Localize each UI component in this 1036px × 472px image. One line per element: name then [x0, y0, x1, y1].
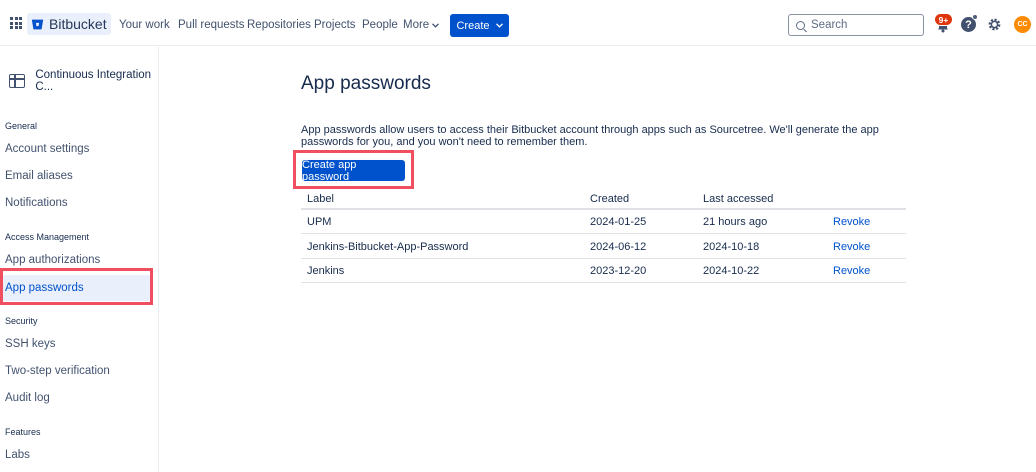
highlight-box-sidebar: [0, 268, 153, 305]
row-last-accessed: 2024-10-22: [703, 265, 760, 277]
section-heading-security: Security: [5, 316, 38, 326]
avatar[interactable]: CC: [1014, 16, 1031, 33]
sidebar-item-account-settings[interactable]: Account settings: [0, 136, 152, 162]
row-divider: [301, 258, 906, 259]
create-button[interactable]: Create: [450, 14, 509, 37]
column-header-last-accessed: Last accessed: [703, 193, 774, 205]
row-created: 2024-06-12: [590, 241, 647, 253]
row-divider: [301, 282, 906, 283]
search-input[interactable]: Search: [788, 14, 924, 36]
page-title: App passwords: [301, 73, 431, 94]
chevron-down-icon: [432, 22, 440, 28]
section-heading-access-management: Access Management: [5, 232, 90, 242]
section-heading-features: Features: [5, 427, 41, 437]
row-label: Jenkins: [307, 265, 345, 277]
sidebar-item-email-aliases[interactable]: Email aliases: [0, 163, 152, 189]
row-label: UPM: [307, 216, 332, 228]
workspace-name: Continuous Integration C...: [35, 69, 152, 93]
chevron-down-icon: [495, 23, 503, 28]
nav-more-label: More: [403, 19, 430, 31]
app-switcher-icon[interactable]: [10, 17, 22, 29]
nav-your-work[interactable]: Your work: [119, 19, 170, 31]
row-created: 2024-01-25: [590, 216, 647, 228]
workspace-switcher[interactable]: Continuous Integration C...: [9, 69, 158, 93]
nav-pull-requests[interactable]: Pull requests: [178, 19, 244, 31]
revoke-link[interactable]: Revoke: [833, 216, 870, 228]
sidebar-item-labs[interactable]: Labs: [0, 442, 152, 468]
create-button-label: Create: [456, 19, 490, 32]
help-indicator-dot: [972, 14, 978, 20]
row-last-accessed: 2024-10-18: [703, 241, 760, 253]
bitbucket-logo[interactable]: Bitbucket: [27, 13, 111, 35]
sidebar-item-notifications[interactable]: Notifications: [0, 190, 152, 216]
nav-people[interactable]: People: [362, 19, 398, 31]
page-description: App passwords allow users to access thei…: [301, 124, 879, 148]
row-divider: [301, 233, 906, 234]
column-header-label: Label: [307, 193, 334, 205]
bitbucket-logo-icon: [31, 19, 44, 29]
search-icon: [796, 20, 805, 30]
section-heading-general: General: [5, 121, 38, 131]
nav-repositories[interactable]: Repositories: [247, 19, 311, 31]
row-created: 2023-12-20: [590, 265, 647, 277]
workspace-icon: [9, 74, 26, 88]
gear-icon[interactable]: [987, 17, 1002, 32]
row-last-accessed: 21 hours ago: [703, 216, 768, 228]
column-header-created: Created: [590, 193, 630, 205]
revoke-link[interactable]: Revoke: [833, 241, 870, 253]
search-placeholder: Search: [811, 19, 848, 31]
nav-projects[interactable]: Projects: [314, 19, 356, 31]
top-navigation: Bitbucket Your work Pull requests Reposi…: [0, 0, 1036, 46]
sidebar: Continuous Integration C... General Acco…: [0, 47, 159, 472]
sidebar-item-two-step-verification[interactable]: Two-step verification: [0, 358, 152, 384]
table-header-divider: [301, 208, 906, 210]
notification-badge: 9+: [934, 13, 953, 26]
brand-name: Bitbucket: [49, 16, 107, 32]
nav-more[interactable]: More: [403, 19, 440, 31]
highlight-box-create-button: [293, 150, 414, 189]
sidebar-item-audit-log[interactable]: Audit log: [0, 385, 152, 411]
revoke-link[interactable]: Revoke: [833, 265, 870, 277]
row-label: Jenkins-Bitbucket-App-Password: [307, 241, 469, 253]
sidebar-item-ssh-keys[interactable]: SSH keys: [0, 331, 152, 357]
